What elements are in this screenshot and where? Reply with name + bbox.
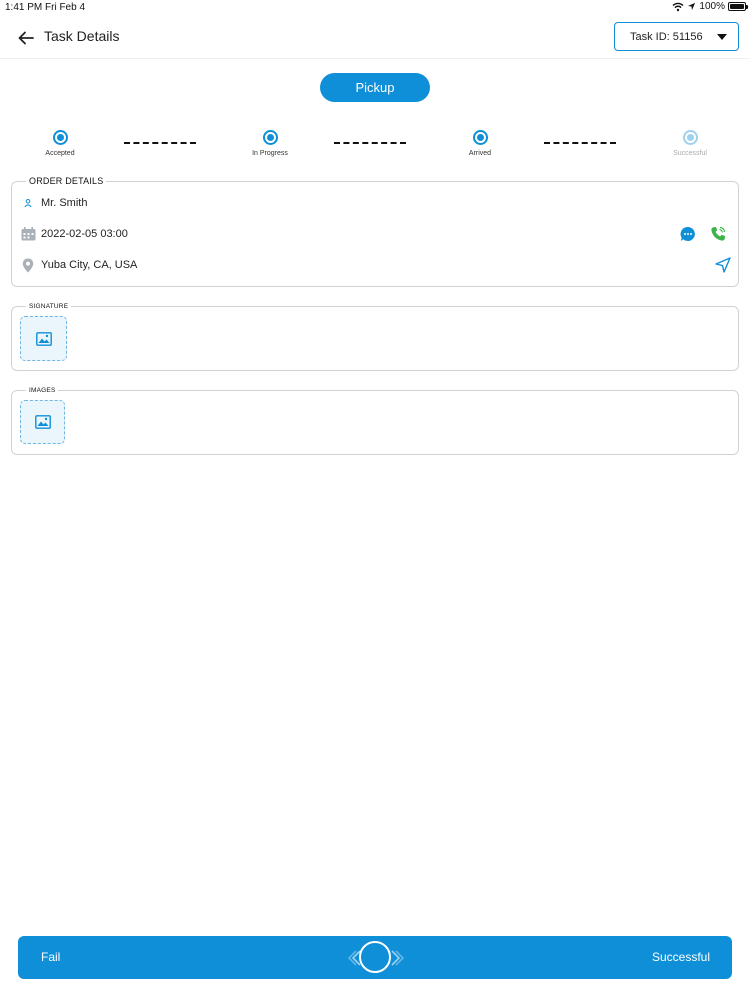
step-label: In Progress [252, 150, 288, 157]
battery-icon [728, 2, 748, 11]
user-icon [20, 195, 36, 211]
task-id-dropdown[interactable]: Task ID: 51156 [614, 22, 739, 51]
status-date: Fri Feb 4 [45, 2, 86, 13]
order-datetime: 2022-02-05 03:00 [41, 228, 128, 240]
chevron-down-icon [717, 34, 727, 40]
image-placeholder-icon [34, 415, 51, 429]
location-row: Yuba City, CA, USA [20, 256, 137, 274]
step-indicator-icon [262, 130, 278, 145]
step-indicator-icon [52, 130, 68, 145]
back-arrow-icon[interactable] [15, 28, 37, 48]
successful-label: Successful [651, 950, 710, 964]
step-indicator-icon [682, 130, 698, 145]
step-in-progress: In Progress [230, 130, 310, 157]
header: Task Details Task ID: 51156 [0, 16, 750, 59]
images-title: IMAGES [26, 387, 59, 394]
step-label: Accepted [45, 150, 75, 157]
navigate-icon[interactable] [714, 256, 732, 274]
step-indicator-icon [472, 130, 488, 145]
fail-label: Fail [41, 950, 61, 964]
datetime-row: 2022-02-05 03:00 [20, 225, 128, 243]
order-details-title: ORDER DETAILS [26, 176, 107, 186]
order-location: Yuba City, CA, USA [41, 259, 138, 271]
image-placeholder-icon [35, 331, 52, 346]
signature-upload-slot[interactable] [20, 316, 67, 361]
signature-card: SIGNATURE [11, 303, 739, 371]
status-time: 1:41 PM [5, 2, 43, 13]
step-label: Successful [673, 150, 707, 157]
step-label: Arrived [468, 150, 492, 157]
step-accepted: Accepted [20, 130, 100, 157]
status-bar: 1:41 PM Fri Feb 4 100% [0, 0, 750, 16]
customer-row: Mr. Smith [20, 194, 87, 212]
pickup-button[interactable]: Pickup [320, 73, 430, 102]
task-id-label: Task ID: 51156 [630, 30, 703, 43]
calendar-icon [20, 226, 36, 242]
task-details-screen: 1:41 PM Fri Feb 4 100% Task Details Task… [0, 0, 750, 1000]
step-arrived: Arrived [440, 130, 520, 157]
order-details-card: ORDER DETAILS Mr. Smith 2022-02-05 03:00… [11, 176, 739, 287]
page-title: Task Details [44, 28, 120, 44]
slider-knob[interactable] [359, 941, 391, 973]
chevron-right-icon [391, 950, 405, 966]
step-connector [544, 142, 616, 144]
fail-success-slider[interactable]: Fail Successful [18, 936, 732, 979]
image-upload-slot[interactable] [20, 400, 65, 444]
map-pin-icon [20, 257, 36, 273]
customer-name: Mr. Smith [41, 197, 88, 209]
signature-title: SIGNATURE [26, 303, 72, 310]
step-successful: Successful [650, 130, 730, 157]
wifi-icon [672, 2, 684, 11]
location-arrow-icon [688, 2, 696, 11]
status-right: 100% [672, 1, 748, 12]
battery-percent: 100% [699, 1, 725, 12]
chat-icon[interactable] [679, 225, 697, 243]
step-connector [334, 142, 406, 144]
images-card: IMAGES [11, 387, 739, 455]
step-connector [124, 142, 196, 144]
phone-icon[interactable] [709, 225, 727, 243]
